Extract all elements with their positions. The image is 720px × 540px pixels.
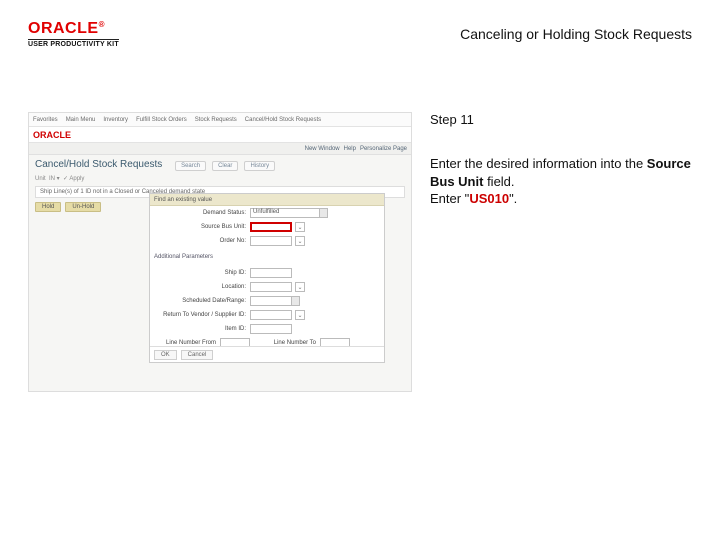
clear-button[interactable]: Clear [212,161,238,171]
panel-footer: OK Cancel [150,346,384,362]
chevron-down-icon[interactable] [292,296,300,306]
instruction-panel: Step 11 Enter the desired information in… [430,112,692,208]
lookup-icon[interactable]: ⌄ [295,236,305,246]
logo-subtitle: USER PRODUCTIVITY KIT [28,39,119,48]
lookup-icon[interactable]: ⌄ [295,282,305,292]
source-bus-unit-input[interactable] [250,222,292,232]
lookup-icon[interactable]: ⌄ [295,310,305,320]
logo-text: ORACLE [28,20,99,37]
chevron-down-icon[interactable] [320,208,328,218]
order-no-input[interactable] [250,236,292,246]
demand-status-select[interactable]: Unfulfilled [250,208,320,218]
ok-button[interactable]: OK [154,350,177,360]
sched-date-input[interactable] [250,296,292,306]
unhold-chip[interactable]: Un-Hold [65,202,101,212]
location-input[interactable] [250,282,292,292]
panel-header: Find an existing value [150,194,384,206]
form-title: Cancel/Hold Stock Requests Search Clear … [29,155,411,175]
brand-text: ORACLE [33,130,71,140]
oracle-logo: ORACLE® USER PRODUCTIVITY KIT [28,20,119,48]
breadcrumb: Favorites Main Menu Inventory Fulfill St… [29,113,411,127]
lookup-icon[interactable]: ⌄ [295,222,305,232]
form-crumb: Unit IN ▾ ✓ Apply [29,175,411,184]
app-screenshot: Favorites Main Menu Inventory Fulfill St… [28,112,412,392]
ship-id-input[interactable] [250,268,292,278]
search-button[interactable]: Search [175,161,206,171]
page-title: Canceling or Holding Stock Requests [460,26,692,42]
history-button[interactable]: History [244,161,275,171]
cancel-button[interactable]: Cancel [181,350,214,360]
instruction-body: Enter the desired information into the S… [430,155,692,208]
step-label: Step 11 [430,112,692,127]
item-id-input[interactable] [250,324,292,334]
entry-value: US010 [469,191,509,206]
logo-reg: ® [99,20,105,29]
utility-bar: New Window Help Personalize Page [29,143,411,155]
vendor-id-input[interactable] [250,310,292,320]
brand-row: ORACLE [29,127,411,143]
form-panel: Find an existing value Demand Status: Un… [149,193,385,363]
hold-chip[interactable]: Hold [35,202,61,212]
